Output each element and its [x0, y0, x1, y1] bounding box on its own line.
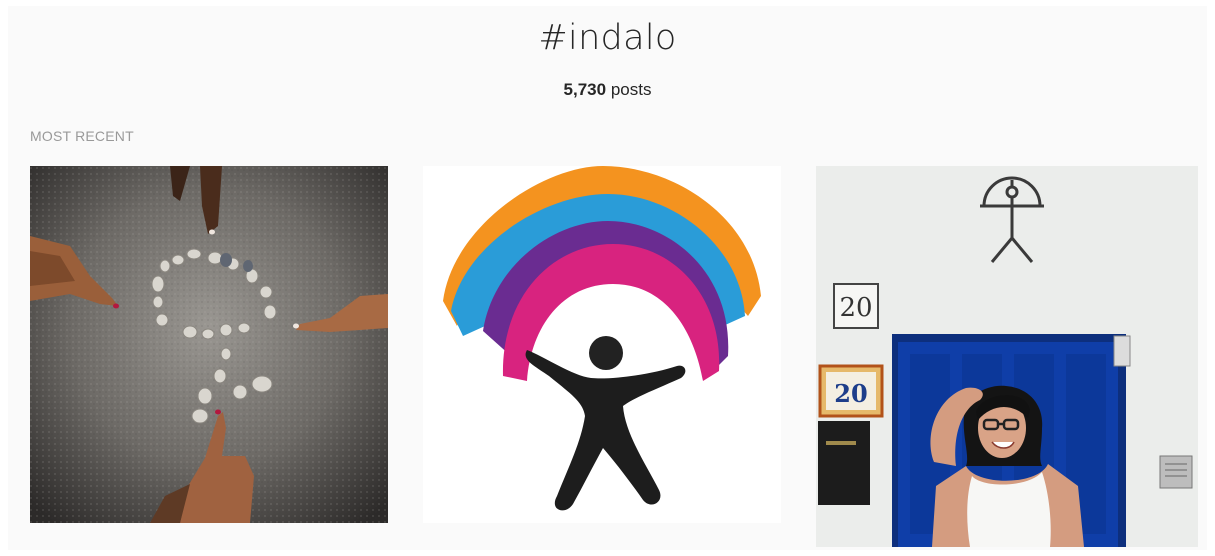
post-thumbnail-3[interactable]: 20 20	[816, 166, 1198, 547]
post-image-hands-stones	[30, 166, 388, 523]
post-thumbnail-1[interactable]	[30, 166, 388, 523]
house-number-sign-top: 20	[839, 293, 872, 323]
post-count-label: posts	[610, 80, 652, 99]
post-thumbnail-2[interactable]	[423, 166, 781, 523]
post-image-indalo-logo	[423, 166, 781, 523]
post-image-blue-door: 20 20	[816, 166, 1198, 547]
house-number-tile: 20	[834, 379, 867, 408]
hashtag-title: #indalo	[538, 18, 677, 58]
post-count-number: 5,730	[563, 80, 607, 99]
section-most-recent-label: MOST RECENT	[30, 128, 134, 144]
post-count: 5,730 posts	[0, 80, 1215, 100]
